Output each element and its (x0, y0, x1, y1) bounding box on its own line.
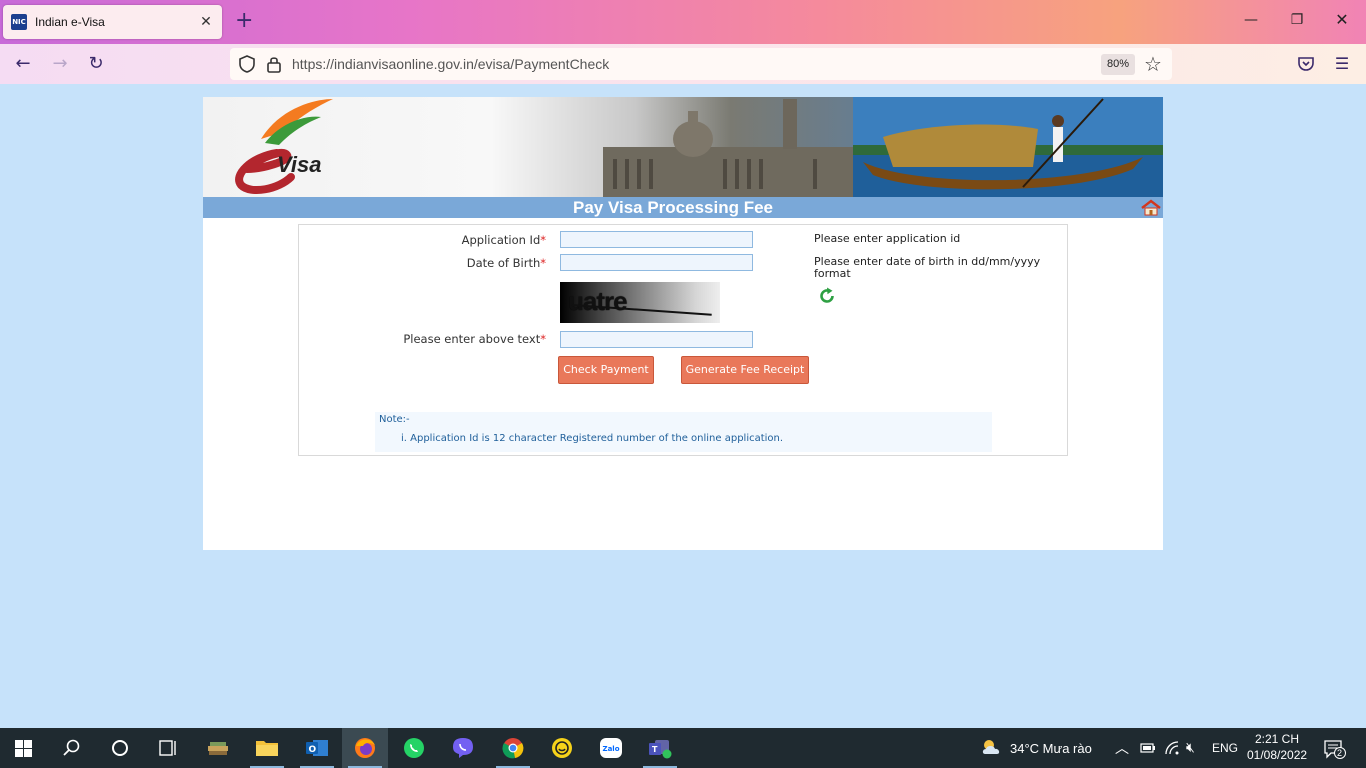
wifi-icon[interactable] (1164, 740, 1180, 756)
battery-icon[interactable] (1140, 741, 1156, 755)
chrome-icon[interactable] (490, 728, 536, 768)
evisa-logo: Visa (235, 99, 333, 195)
logo-text: Visa (277, 152, 321, 177)
notification-count-badge: 2 (1337, 748, 1343, 758)
volume-muted-icon[interactable]: 🔇︎ (1186, 739, 1195, 756)
captcha-label: Please enter above text* (403, 332, 546, 346)
note-title: Note:- (379, 414, 410, 425)
captcha-input[interactable] (560, 331, 753, 348)
weather-cloud-icon[interactable] (981, 738, 1003, 758)
captcha-image: uatre (560, 282, 720, 323)
cortana-icon[interactable] (97, 728, 143, 768)
close-tab-icon[interactable]: ✕ (198, 14, 214, 30)
application-id-label: Application Id* (461, 233, 546, 247)
svg-text:O: O (309, 745, 317, 755)
houseboat-image (853, 97, 1163, 197)
firefox-icon[interactable] (342, 728, 388, 768)
clock-date: 01/08/2022 (1247, 748, 1308, 762)
zalo-icon-text: Zalo (603, 745, 620, 753)
application-id-input[interactable] (560, 231, 753, 248)
page-title: Pay Visa Processing Fee (572, 198, 774, 217)
browser-tab-strip: NIC Indian e-Visa ✕ + — ❐ ✕ (0, 0, 1366, 44)
back-arrow-icon[interactable]: ← (12, 53, 34, 75)
shield-icon[interactable] (238, 55, 256, 73)
generate-fee-receipt-button[interactable]: Generate Fee Receipt (681, 356, 809, 384)
svg-text:T: T (652, 745, 658, 754)
refresh-captcha-icon[interactable] (818, 287, 836, 305)
close-window-icon[interactable]: ✕ (1332, 10, 1352, 29)
bookmark-star-icon[interactable]: ☆ (1144, 52, 1162, 76)
home-icon[interactable] (1141, 199, 1161, 216)
evisa-banner: Visa (203, 97, 1163, 197)
outlook-icon[interactable]: O (294, 728, 340, 768)
zoom-level-badge[interactable]: 80% (1101, 54, 1135, 75)
clock[interactable]: 2:21 CH 01/08/2022 (1247, 732, 1307, 762)
url-text[interactable]: https://indianvisaonline.gov.in/evisa/Pa… (292, 56, 609, 72)
nic-favicon-icon: NIC (11, 14, 27, 30)
parliament-image (603, 99, 863, 197)
payment-check-form: Application Id* Please enter application… (298, 224, 1068, 456)
note-item: i. Application Id is 12 character Regist… (401, 433, 784, 444)
windows-taskbar: O Zalo T 34°C Mưa rào ︿ 🔇︎ ENG 2:21 CH 0… (0, 728, 1366, 768)
application-id-hint: Please enter application id (814, 232, 961, 245)
clock-time: 2:21 CH (1254, 732, 1300, 746)
windows-start-icon[interactable] (0, 728, 46, 768)
weather-text[interactable]: 34°C Mưa rào (1010, 741, 1092, 756)
notification-center-icon[interactable] (1323, 739, 1347, 759)
viber-icon[interactable] (440, 728, 486, 768)
note-box: Note:- i. Application Id is 12 character… (375, 412, 992, 452)
browser-tab[interactable]: NIC Indian e-Visa ✕ (3, 5, 222, 39)
dob-hint: Please enter date of birth in dd/mm/yyyy… (814, 255, 1041, 280)
page-title-bar: Pay Visa Processing Fee (203, 197, 1163, 218)
whatsapp-icon[interactable] (391, 728, 437, 768)
books-app-icon[interactable] (195, 728, 241, 768)
restore-window-icon[interactable]: ❐ (1287, 12, 1307, 28)
dob-label: Date of Birth* (466, 256, 546, 270)
captcha-text: uatre (568, 286, 628, 316)
check-payment-button[interactable]: Check Payment (558, 356, 654, 384)
new-tab-icon[interactable]: + (235, 10, 253, 32)
search-icon[interactable] (49, 728, 95, 768)
input-language[interactable]: ENG (1212, 741, 1238, 755)
page-container: Visa Pay Visa Processing Fee Application… (203, 97, 1163, 550)
zalo-icon[interactable]: Zalo (588, 728, 634, 768)
file-explorer-icon[interactable] (244, 728, 290, 768)
tab-title: Indian e-Visa (35, 15, 105, 29)
forward-arrow-icon[interactable]: → (49, 53, 71, 75)
lock-icon[interactable] (266, 55, 282, 73)
dob-input[interactable] (560, 254, 753, 271)
address-bar[interactable]: https://indianvisaonline.gov.in/evisa/Pa… (230, 48, 1172, 80)
menu-hamburger-icon[interactable]: ☰ (1331, 53, 1353, 75)
show-hidden-icons-chevron-icon[interactable]: ︿ (1115, 738, 1129, 758)
emoji-app-icon[interactable] (539, 728, 585, 768)
pocket-icon[interactable] (1297, 55, 1315, 73)
navigation-toolbar: ← → ↻ https://indianvisaonline.gov.in/ev… (0, 44, 1366, 84)
reload-icon[interactable]: ↻ (85, 53, 107, 75)
task-view-icon[interactable] (145, 728, 191, 768)
minimize-window-icon[interactable]: — (1241, 12, 1261, 28)
teams-icon[interactable]: T (637, 728, 683, 768)
